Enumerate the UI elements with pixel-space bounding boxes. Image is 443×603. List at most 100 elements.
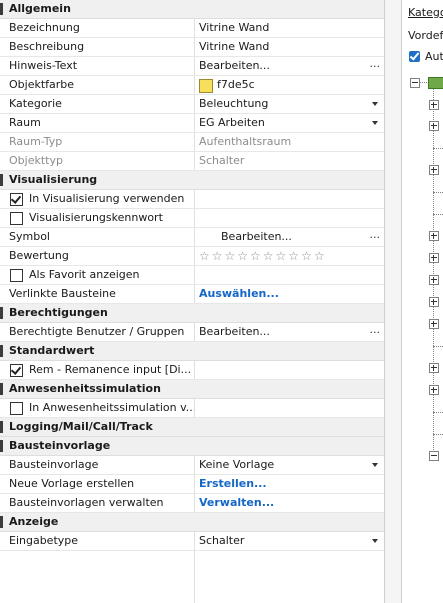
prop-kategorie[interactable]: Kategorie Beleuchtung: [0, 95, 384, 114]
section-marker: [0, 345, 3, 357]
hinweis-value: Bearbeiten...: [199, 59, 270, 72]
tree-expand-icon[interactable]: [429, 231, 439, 241]
section-bausteinvorlage[interactable]: Bausteinvorlage: [0, 437, 384, 456]
prop-label: Bewertung: [9, 249, 69, 262]
rating-stars[interactable]: ☆☆☆☆☆☆☆☆☆☆: [199, 247, 327, 265]
section-allgemein[interactable]: Allgemein: [0, 0, 384, 19]
prop-bausteinvorlage[interactable]: Bausteinvorlage Keine Vorlage: [0, 456, 384, 475]
color-swatch[interactable]: [199, 79, 213, 93]
section-berechtigungen[interactable]: Berechtigungen: [0, 304, 384, 323]
beschreibung-field[interactable]: Vitrine Wand: [199, 38, 269, 56]
section-standardwert[interactable]: Standardwert: [0, 342, 384, 361]
eingabetyp-select[interactable]: Schalter: [199, 532, 244, 550]
section-marker: [0, 421, 3, 433]
tree-expand-icon[interactable]: [429, 385, 439, 395]
prop-hinweis-text[interactable]: Hinweis-Text Bearbeiten... ...: [0, 57, 384, 76]
auto-checkbox[interactable]: [409, 50, 420, 62]
tree-expand-icon[interactable]: [429, 253, 439, 263]
chevron-down-icon[interactable]: [372, 121, 378, 125]
favorit-checkbox[interactable]: [10, 269, 23, 282]
anwesenheit-checkbox[interactable]: [10, 402, 23, 415]
empty-value: [194, 190, 384, 208]
grid-empty-area: [0, 549, 384, 603]
tree-line: [433, 434, 443, 435]
section-marker: [0, 3, 3, 15]
prop-favorit[interactable]: Als Favorit anzeigen: [0, 266, 384, 285]
tree-expand-icon[interactable]: [429, 100, 439, 110]
kategorie-select[interactable]: Beleuchtung: [199, 95, 268, 113]
prop-label: Symbol: [9, 230, 50, 243]
section-marker: [0, 440, 3, 452]
prop-beschreibung[interactable]: Beschreibung Vitrine Wand: [0, 38, 384, 57]
chevron-down-icon[interactable]: [372, 463, 378, 467]
verwalten-link[interactable]: Verwalten...: [199, 494, 274, 512]
tree-expand-icon[interactable]: [429, 363, 439, 373]
benutzer-edit-button[interactable]: ...: [370, 321, 381, 339]
prop-raum[interactable]: Raum EG Arbeiten: [0, 114, 384, 133]
symbol-value: Bearbeiten...: [221, 230, 292, 243]
chevron-down-icon[interactable]: [372, 102, 378, 106]
prop-label: Neue Vorlage erstellen: [9, 477, 135, 490]
prop-objekttyp: Objekttyp Schalter: [0, 152, 384, 171]
objekttyp-value: Schalter: [199, 154, 245, 167]
prop-symbol[interactable]: Symbol Bearbeiten... ...: [0, 228, 384, 247]
prop-label: Objekttyp: [9, 154, 63, 167]
tree-line: [433, 88, 434, 456]
section-marker: [0, 383, 3, 395]
prop-label: Visualisierungskennwort: [29, 211, 163, 224]
bezeichnung-field[interactable]: Vitrine Wand: [199, 19, 269, 37]
prop-rem[interactable]: Rem - Remanence input [Di...: [0, 361, 384, 380]
folder-icon: [428, 77, 443, 89]
prop-objektfarbe[interactable]: Objektfarbe f7de5c: [0, 76, 384, 95]
section-anwesenheitssimulation[interactable]: Anwesenheitssimulation: [0, 380, 384, 399]
tree-expand-icon[interactable]: [429, 121, 439, 131]
prop-neue-vorlage[interactable]: Neue Vorlage erstellen Erstellen...: [0, 475, 384, 494]
prop-in-visualisierung[interactable]: In Visualisierung verwenden: [0, 190, 384, 209]
property-grid: Allgemein Bezeichnung Vitrine Wand Besch…: [0, 0, 384, 551]
prop-verlinkte-bausteine[interactable]: Verlinkte Bausteine Auswählen...: [0, 285, 384, 304]
raum-select[interactable]: EG Arbeiten: [199, 114, 265, 132]
tree-expand-icon[interactable]: [429, 165, 439, 175]
auswaehlen-link[interactable]: Auswählen...: [199, 285, 279, 303]
symbol-edit-button[interactable]: ...: [370, 226, 381, 244]
tree-expand-icon[interactable]: [429, 275, 439, 285]
kennwort-checkbox[interactable]: [10, 212, 23, 225]
section-title: Logging/Mail/Call/Track: [9, 420, 153, 433]
tree-line: [433, 214, 443, 215]
prop-bewertung[interactable]: Bewertung ☆☆☆☆☆☆☆☆☆☆: [0, 247, 384, 266]
section-logging[interactable]: Logging/Mail/Call/Track: [0, 418, 384, 437]
chevron-down-icon[interactable]: [372, 539, 378, 543]
prop-visualisierungskennwort[interactable]: Visualisierungskennwort: [0, 209, 384, 228]
prop-bezeichnung[interactable]: Bezeichnung Vitrine Wand: [0, 19, 384, 38]
tree-expand-icon[interactable]: [429, 297, 439, 307]
rem-checkbox[interactable]: [10, 364, 23, 377]
panel-splitter[interactable]: [384, 0, 402, 603]
prop-label: Hinweis-Text: [9, 59, 78, 72]
tree-collapse-icon[interactable]: [410, 78, 420, 88]
tree-collapse-icon[interactable]: [429, 451, 439, 461]
section-visualisierung[interactable]: Visualisierung: [0, 171, 384, 190]
prop-label: Als Favorit anzeigen: [29, 268, 140, 281]
in-vis-checkbox[interactable]: [10, 193, 23, 206]
vorlage-select[interactable]: Keine Vorlage: [199, 456, 274, 474]
erstellen-link[interactable]: Erstellen...: [199, 475, 267, 493]
section-title: Anwesenheitssimulation: [9, 382, 161, 395]
section-marker: [0, 174, 3, 186]
hinweis-edit-button[interactable]: ...: [370, 55, 381, 73]
prop-label: Verlinkte Bausteine: [9, 287, 116, 300]
section-title: Standardwert: [9, 344, 95, 357]
section-marker: [0, 516, 3, 528]
section-title: Berechtigungen: [9, 306, 108, 319]
prop-in-anwesenheitssimulation[interactable]: In Anwesenheitssimulation v...: [0, 399, 384, 418]
benutzer-value: Bearbeiten...: [199, 325, 270, 338]
kategorie-link[interactable]: Kategor: [408, 6, 443, 19]
prop-label: Eingabetype: [9, 534, 79, 547]
section-anzeige[interactable]: Anzeige: [0, 513, 384, 532]
column-divider: [194, 549, 195, 603]
prop-berechtigte-benutzer[interactable]: Berechtigte Benutzer / Gruppen Bearbeite…: [0, 323, 384, 342]
prop-vorlagen-verwalten[interactable]: Bausteinvorlagen verwalten Verwalten...: [0, 494, 384, 513]
prop-label: Beschreibung: [9, 40, 85, 53]
raumtyp-value: Aufenthaltsraum: [199, 135, 292, 148]
color-value: f7de5c: [217, 78, 255, 91]
tree-expand-icon[interactable]: [429, 319, 439, 329]
